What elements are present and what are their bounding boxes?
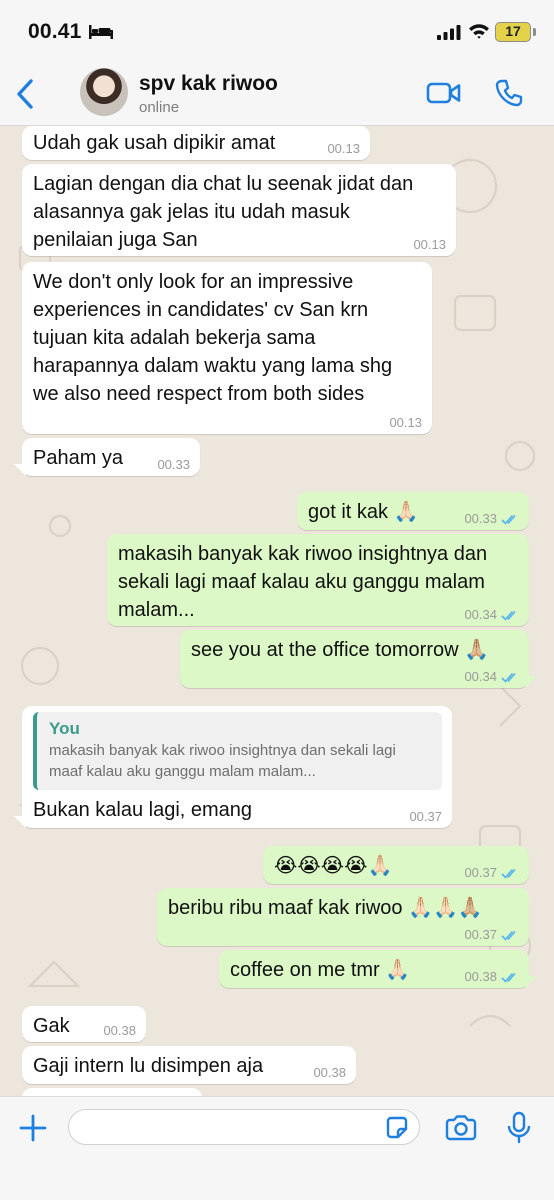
avatar[interactable] [80,68,128,116]
message-time: 00.13 [413,237,446,252]
outgoing-message[interactable]: got it kak 🙏🏻 00.33 [297,492,529,530]
message-time: 00.37 [464,865,497,880]
message-time: 00.38 [464,969,497,984]
battery-level: 17 [505,23,521,39]
message-time: 00.37 [464,927,497,942]
status-bar: 00.41 17 [0,0,554,62]
message-time: 00.13 [389,415,422,430]
message-timestamp: 00.37 [464,928,519,942]
contact-name[interactable]: spv kak riwoo [139,72,278,96]
cellular-signal-icon [437,25,461,40]
incoming-reply-message[interactable]: You makasih banyak kak riwoo insightnya … [14,706,452,828]
contact-status: online [139,99,180,116]
message-time: 00.34 [464,607,497,622]
message-text: see you at the office tomorrow 🙏🏼 [191,639,490,661]
message-time: 00.33 [157,457,190,472]
outgoing-message[interactable]: beribu ribu maaf kak riwoo 🙏🏻🙏🏻🙏🏼 00.37 [157,888,529,946]
read-receipt-icon [501,514,516,525]
back-chevron-icon[interactable] [14,78,38,110]
outgoing-message[interactable]: coffee on me tmr 🙏🏻 00.38 [219,950,537,988]
message-timestamp: 00.13 [389,416,422,430]
microphone-icon[interactable] [506,1111,532,1145]
message-text: beribu ribu maaf kak riwoo 🙏🏻🙏🏻🙏🏼 [168,897,483,919]
outgoing-message[interactable]: 😭😭😭😭🙏🏻 00.37 [263,846,529,884]
message-timestamp: 00.38 [103,1024,136,1038]
camera-icon[interactable] [444,1114,478,1142]
message-time: 00.37 [409,809,442,824]
message-text: We don't only look for an impressive exp… [33,271,393,405]
incoming-message[interactable]: Udah gak usah dipikir amat 00.13 [22,126,370,160]
incoming-message-partial[interactable] [22,1088,202,1096]
sleep-bed-icon [89,25,113,39]
battery-tip [533,28,536,36]
message-timestamp: 00.13 [327,142,360,156]
incoming-message[interactable]: Gak 00.38 [22,1006,146,1042]
message-timestamp: 00.37 [464,866,519,880]
message-timestamp: 00.33 [464,512,519,526]
phone-call-icon[interactable] [494,78,524,108]
quoted-text: makasih banyak kak riwoo insightnya dan … [49,742,396,780]
video-call-icon[interactable] [426,80,462,106]
message-time: 00.38 [313,1065,346,1080]
outgoing-message[interactable]: makasih banyak kak riwoo insightnya dan … [107,534,529,626]
message-text: Bukan kalau lagi, emang [33,799,253,821]
message-input[interactable] [68,1109,420,1145]
plus-icon[interactable] [18,1113,48,1143]
chat-header: spv kak riwoo online [0,62,554,126]
message-text: Lagian dengan dia chat lu seenak jidat d… [33,173,414,251]
chat-area[interactable]: Udah gak usah dipikir amat 00.13 Lagian … [0,126,554,1096]
message-timestamp: 00.37 [409,810,442,824]
quoted-message[interactable]: You makasih banyak kak riwoo insightnya … [33,712,442,790]
message-timestamp: 00.33 [157,458,190,472]
message-timestamp: 00.38 [313,1066,346,1080]
read-receipt-icon [501,930,516,941]
quoted-author: You [49,719,80,738]
message-time: 00.38 [103,1023,136,1038]
message-time: 00.13 [327,141,360,156]
incoming-message[interactable]: Gaji intern lu disimpen aja 00.38 [22,1046,356,1084]
message-text: Udah gak usah dipikir amat [33,132,276,154]
read-receipt-icon [501,972,516,983]
read-receipt-icon [501,672,516,683]
message-input-bar [0,1096,554,1200]
read-receipt-icon [501,610,516,621]
message-timestamp: 00.13 [413,238,446,252]
message-timestamp: 00.34 [464,670,519,684]
incoming-message[interactable]: We don't only look for an impressive exp… [22,262,432,434]
message-time: 00.34 [464,669,497,684]
message-text: makasih banyak kak riwoo insightnya dan … [118,543,488,621]
wifi-icon [469,24,489,39]
message-text: Gaji intern lu disimpen aja [33,1055,264,1077]
read-receipt-icon [501,868,516,879]
message-time: 00.33 [464,511,497,526]
incoming-message[interactable]: Lagian dengan dia chat lu seenak jidat d… [22,164,456,256]
status-time: 00.41 [28,20,82,43]
incoming-message[interactable]: Paham ya 00.33 [14,438,200,476]
message-timestamp: 00.38 [464,970,519,984]
outgoing-message[interactable]: see you at the office tomorrow 🙏🏼 00.34 [180,630,537,688]
battery-icon: 17 [495,22,531,42]
message-timestamp: 00.34 [464,608,519,622]
sticker-icon[interactable] [384,1115,410,1141]
